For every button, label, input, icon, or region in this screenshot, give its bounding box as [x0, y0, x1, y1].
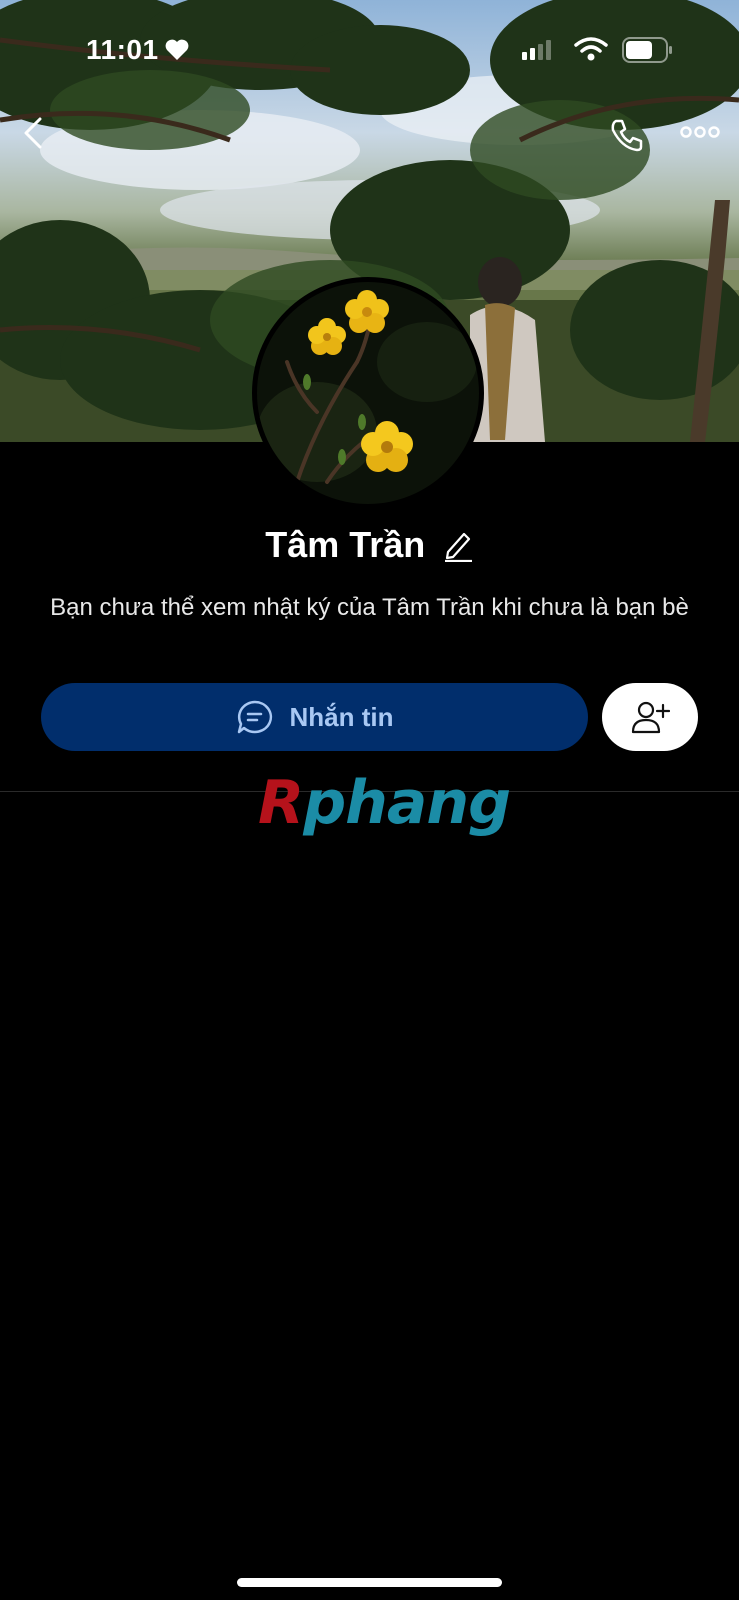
watermark-logo: Rphang: [258, 768, 511, 838]
message-button-label: Nhắn tin: [289, 701, 394, 732]
add-person-icon: [631, 701, 670, 734]
signal-icon: [522, 40, 551, 60]
phone-icon[interactable]: [608, 117, 644, 153]
battery-icon: [622, 37, 672, 63]
chat-bubble-icon: [237, 700, 272, 734]
message-button[interactable]: Nhắn tin: [41, 683, 588, 751]
back-icon[interactable]: [20, 115, 48, 151]
status-time: 11:01: [86, 34, 159, 65]
home-indicator[interactable]: [237, 1578, 502, 1587]
avatar-image: [257, 282, 479, 504]
profile-name-row: Tâm Trần: [0, 524, 739, 566]
more-icon[interactable]: [680, 125, 720, 139]
status-bar: 11:01: [0, 0, 739, 100]
profile-name: Tâm Trần: [265, 524, 426, 565]
heart-icon: [165, 39, 189, 60]
avatar[interactable]: [252, 277, 484, 509]
pencil-icon[interactable]: [442, 528, 474, 562]
watermark-first-letter: R: [258, 768, 304, 838]
diary-restriction-notice: Bạn chưa thể xem nhật ký của Tâm Trần kh…: [50, 594, 689, 621]
add-friend-button[interactable]: [602, 683, 698, 751]
watermark-rest: phang: [303, 768, 511, 838]
wifi-icon: [574, 37, 608, 61]
